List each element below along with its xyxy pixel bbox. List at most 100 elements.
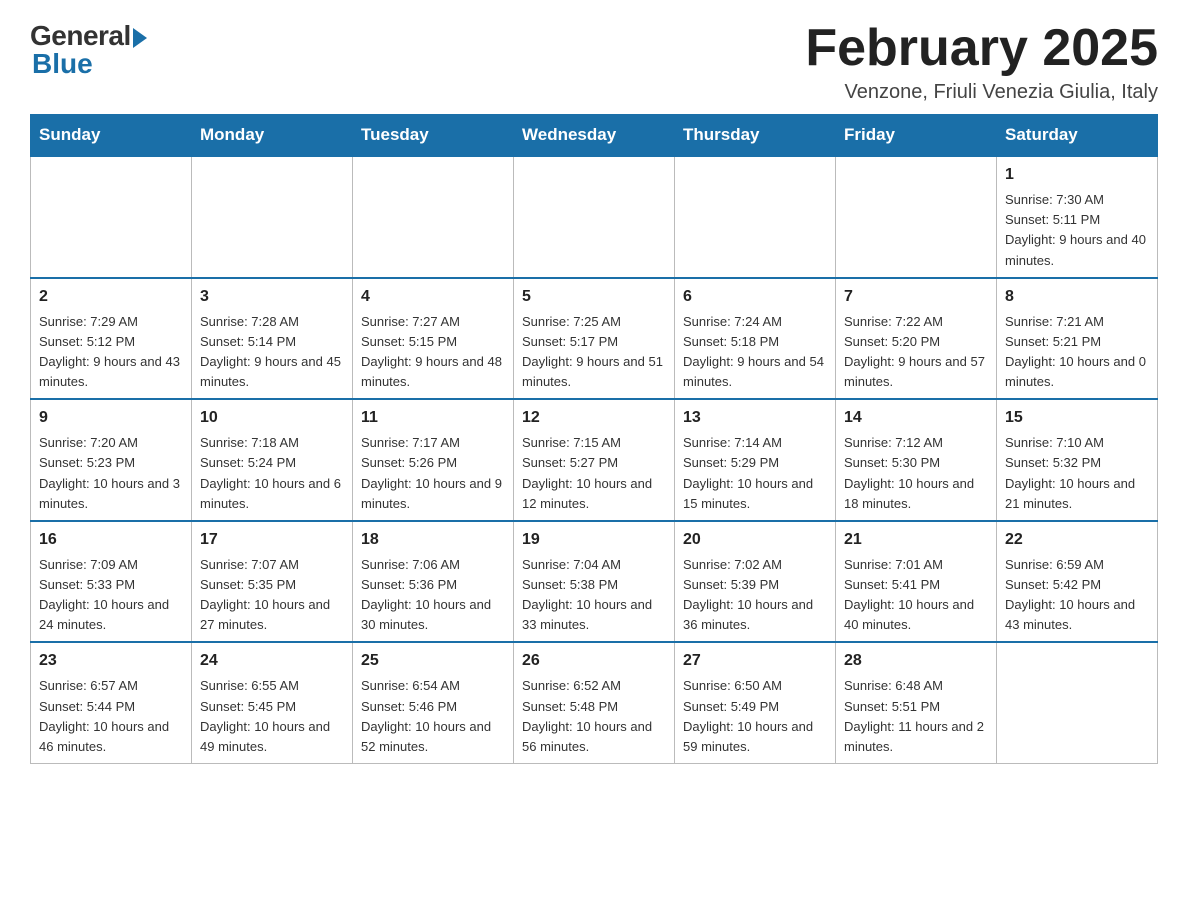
calendar-cell: 12 Sunrise: 7:15 AMSunset: 5:27 PMDayligh… (514, 399, 675, 521)
calendar-cell (353, 156, 514, 278)
day-number: 20 (683, 528, 827, 552)
day-info: Sunrise: 7:18 AMSunset: 5:24 PMDaylight:… (200, 433, 344, 514)
day-number: 18 (361, 528, 505, 552)
day-info: Sunrise: 7:28 AMSunset: 5:14 PMDaylight:… (200, 312, 344, 393)
day-info: Sunrise: 7:30 AMSunset: 5:11 PMDaylight:… (1005, 190, 1149, 271)
location: Venzone, Friuli Venezia Giulia, Italy (805, 81, 1158, 104)
day-info: Sunrise: 6:48 AMSunset: 5:51 PMDaylight:… (844, 676, 988, 757)
calendar-cell (836, 156, 997, 278)
day-number: 5 (522, 285, 666, 309)
calendar-cell: 27 Sunrise: 6:50 AMSunset: 5:49 PMDayligh… (675, 642, 836, 763)
logo: General Blue (30, 20, 147, 80)
day-number: 16 (39, 528, 183, 552)
calendar-cell: 24 Sunrise: 6:55 AMSunset: 5:45 PMDayligh… (192, 642, 353, 763)
day-info: Sunrise: 6:55 AMSunset: 5:45 PMDaylight:… (200, 676, 344, 757)
calendar-week-5: 23 Sunrise: 6:57 AMSunset: 5:44 PMDayligh… (31, 642, 1158, 763)
calendar-table: SundayMondayTuesdayWednesdayThursdayFrid… (30, 114, 1158, 764)
day-info: Sunrise: 6:59 AMSunset: 5:42 PMDaylight:… (1005, 555, 1149, 636)
calendar-cell (675, 156, 836, 278)
calendar-cell: 2 Sunrise: 7:29 AMSunset: 5:12 PMDaylight… (31, 278, 192, 400)
day-info: Sunrise: 7:01 AMSunset: 5:41 PMDaylight:… (844, 555, 988, 636)
day-info: Sunrise: 7:14 AMSunset: 5:29 PMDaylight:… (683, 433, 827, 514)
day-number: 15 (1005, 406, 1149, 430)
day-info: Sunrise: 7:02 AMSunset: 5:39 PMDaylight:… (683, 555, 827, 636)
calendar-cell: 21 Sunrise: 7:01 AMSunset: 5:41 PMDayligh… (836, 521, 997, 643)
day-info: Sunrise: 6:57 AMSunset: 5:44 PMDaylight:… (39, 676, 183, 757)
day-info: Sunrise: 7:29 AMSunset: 5:12 PMDaylight:… (39, 312, 183, 393)
page-header: General Blue February 2025 Venzone, Friu… (30, 20, 1158, 104)
day-number: 22 (1005, 528, 1149, 552)
day-number: 17 (200, 528, 344, 552)
calendar-cell: 17 Sunrise: 7:07 AMSunset: 5:35 PMDayligh… (192, 521, 353, 643)
calendar-cell (514, 156, 675, 278)
day-number: 28 (844, 649, 988, 673)
day-info: Sunrise: 7:09 AMSunset: 5:33 PMDaylight:… (39, 555, 183, 636)
day-number: 21 (844, 528, 988, 552)
calendar-cell: 8 Sunrise: 7:21 AMSunset: 5:21 PMDaylight… (997, 278, 1158, 400)
logo-blue-text: Blue (32, 48, 93, 80)
calendar-cell: 14Sunrise: 7:12 AMSunset: 5:30 PMDayligh… (836, 399, 997, 521)
day-number: 10 (200, 406, 344, 430)
calendar-cell: 20 Sunrise: 7:02 AMSunset: 5:39 PMDayligh… (675, 521, 836, 643)
day-info: Sunrise: 7:25 AMSunset: 5:17 PMDaylight:… (522, 312, 666, 393)
calendar-cell: 7Sunrise: 7:22 AMSunset: 5:20 PMDaylight… (836, 278, 997, 400)
day-number: 25 (361, 649, 505, 673)
day-number: 12 (522, 406, 666, 430)
header-day-thursday: Thursday (675, 115, 836, 157)
header-day-friday: Friday (836, 115, 997, 157)
header-day-monday: Monday (192, 115, 353, 157)
day-info: Sunrise: 7:07 AMSunset: 5:35 PMDaylight:… (200, 555, 344, 636)
day-number: 4 (361, 285, 505, 309)
calendar-cell: 11 Sunrise: 7:17 AMSunset: 5:26 PMDayligh… (353, 399, 514, 521)
calendar-cell (997, 642, 1158, 763)
calendar-cell: 9 Sunrise: 7:20 AMSunset: 5:23 PMDaylight… (31, 399, 192, 521)
calendar-cell (31, 156, 192, 278)
calendar-header: SundayMondayTuesdayWednesdayThursdayFrid… (31, 115, 1158, 157)
month-title: February 2025 (805, 20, 1158, 77)
calendar-cell: 18 Sunrise: 7:06 AMSunset: 5:36 PMDayligh… (353, 521, 514, 643)
day-info: Sunrise: 7:27 AMSunset: 5:15 PMDaylight:… (361, 312, 505, 393)
calendar-cell (192, 156, 353, 278)
day-info: Sunrise: 7:21 AMSunset: 5:21 PMDaylight:… (1005, 312, 1149, 393)
day-info: Sunrise: 6:52 AMSunset: 5:48 PMDaylight:… (522, 676, 666, 757)
calendar-body: 1 Sunrise: 7:30 AMSunset: 5:11 PMDaylight… (31, 156, 1158, 763)
day-info: Sunrise: 7:20 AMSunset: 5:23 PMDaylight:… (39, 433, 183, 514)
calendar-cell: 6 Sunrise: 7:24 AMSunset: 5:18 PMDaylight… (675, 278, 836, 400)
day-number: 13 (683, 406, 827, 430)
day-number: 14 (844, 406, 988, 430)
day-info: Sunrise: 7:06 AMSunset: 5:36 PMDaylight:… (361, 555, 505, 636)
day-number: 1 (1005, 163, 1149, 187)
calendar-cell: 26Sunrise: 6:52 AMSunset: 5:48 PMDayligh… (514, 642, 675, 763)
day-info: Sunrise: 7:24 AMSunset: 5:18 PMDaylight:… (683, 312, 827, 393)
day-number: 7 (844, 285, 988, 309)
logo-arrow-icon (133, 28, 147, 48)
calendar-cell: 22 Sunrise: 6:59 AMSunset: 5:42 PMDayligh… (997, 521, 1158, 643)
day-info: Sunrise: 6:54 AMSunset: 5:46 PMDaylight:… (361, 676, 505, 757)
calendar-cell: 19Sunrise: 7:04 AMSunset: 5:38 PMDayligh… (514, 521, 675, 643)
day-info: Sunrise: 7:15 AMSunset: 5:27 PMDaylight:… (522, 433, 666, 514)
day-number: 11 (361, 406, 505, 430)
calendar-cell: 1 Sunrise: 7:30 AMSunset: 5:11 PMDaylight… (997, 156, 1158, 278)
calendar-cell: 10 Sunrise: 7:18 AMSunset: 5:24 PMDayligh… (192, 399, 353, 521)
day-info: Sunrise: 6:50 AMSunset: 5:49 PMDaylight:… (683, 676, 827, 757)
title-area: February 2025 Venzone, Friuli Venezia Gi… (805, 20, 1158, 104)
calendar-cell: 13 Sunrise: 7:14 AMSunset: 5:29 PMDayligh… (675, 399, 836, 521)
day-number: 9 (39, 406, 183, 430)
day-number: 23 (39, 649, 183, 673)
calendar-cell: 5 Sunrise: 7:25 AMSunset: 5:17 PMDaylight… (514, 278, 675, 400)
calendar-cell: 4 Sunrise: 7:27 AMSunset: 5:15 PMDaylight… (353, 278, 514, 400)
day-number: 6 (683, 285, 827, 309)
day-info: Sunrise: 7:10 AMSunset: 5:32 PMDaylight:… (1005, 433, 1149, 514)
day-number: 8 (1005, 285, 1149, 309)
day-info: Sunrise: 7:17 AMSunset: 5:26 PMDaylight:… (361, 433, 505, 514)
calendar-cell: 16 Sunrise: 7:09 AMSunset: 5:33 PMDayligh… (31, 521, 192, 643)
calendar-week-4: 16 Sunrise: 7:09 AMSunset: 5:33 PMDayligh… (31, 521, 1158, 643)
calendar-cell: 28 Sunrise: 6:48 AMSunset: 5:51 PMDayligh… (836, 642, 997, 763)
header-day-saturday: Saturday (997, 115, 1158, 157)
day-number: 27 (683, 649, 827, 673)
day-number: 2 (39, 285, 183, 309)
day-number: 3 (200, 285, 344, 309)
day-number: 24 (200, 649, 344, 673)
calendar-cell: 15 Sunrise: 7:10 AMSunset: 5:32 PMDayligh… (997, 399, 1158, 521)
day-info: Sunrise: 7:04 AMSunset: 5:38 PMDaylight:… (522, 555, 666, 636)
